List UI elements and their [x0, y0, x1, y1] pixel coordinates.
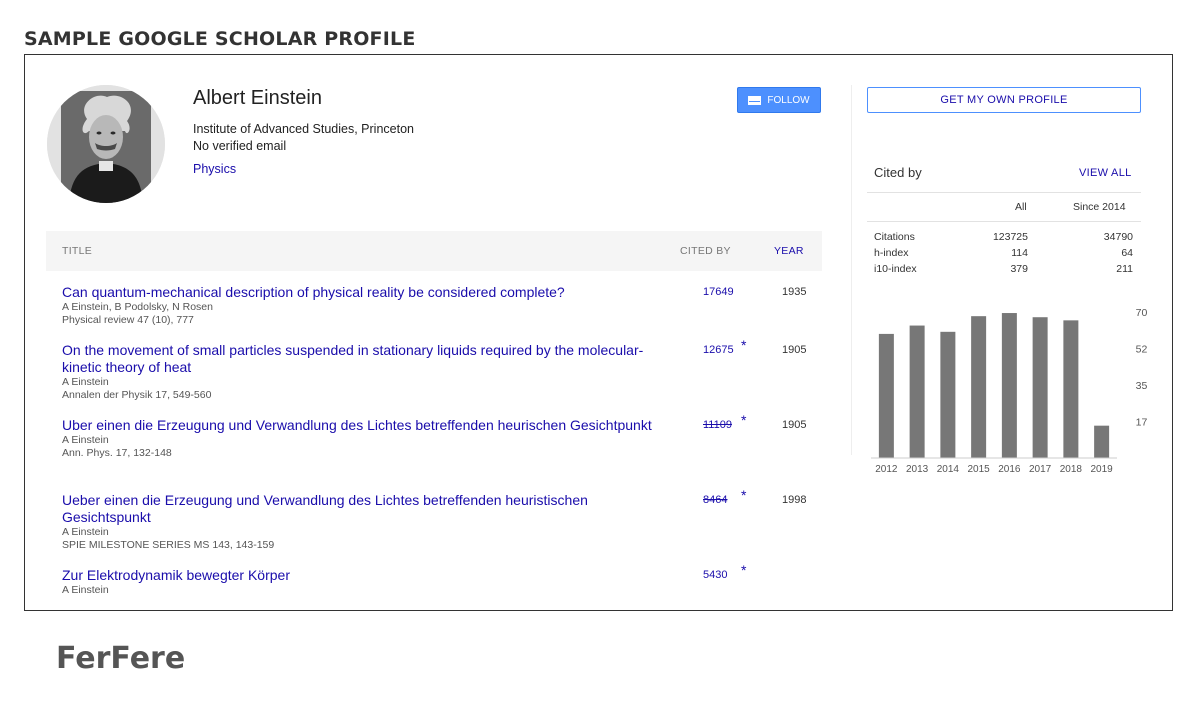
svg-text:FerFere: FerFere — [56, 641, 185, 676]
divider — [867, 192, 1141, 193]
publication-year: 1905 — [782, 419, 807, 431]
publication-venue: Annalen der Physik 17, 549-560 — [62, 389, 212, 401]
chart-bar-2014[interactable] — [940, 331, 956, 458]
merged-citations-star[interactable]: * — [741, 562, 746, 578]
cited-by-count-link[interactable]: 17649 — [703, 286, 734, 298]
merged-citations-star[interactable]: * — [741, 412, 746, 428]
publication-year: 1905 — [782, 344, 807, 356]
publication-venue: SPIE MILESTONE SERIES MS 143, 143-159 — [62, 539, 275, 551]
y-tick-label: 3500 — [1136, 380, 1147, 392]
x-tick-label: 2012 — [875, 464, 898, 475]
stat-value-all: 379 — [1010, 263, 1028, 275]
merged-citations-star[interactable]: * — [741, 487, 746, 503]
y-tick-label: 5250 — [1136, 344, 1147, 356]
x-tick-label: 2018 — [1060, 464, 1083, 475]
chart-bar-2018[interactable] — [1063, 320, 1079, 458]
x-tick-label: 2019 — [1091, 464, 1114, 475]
chart-bar-2012[interactable] — [878, 333, 894, 458]
follow-button[interactable]: FOLLOW — [737, 87, 821, 113]
publication-authors: A Einstein — [62, 584, 109, 596]
follow-label: FOLLOW — [767, 94, 810, 106]
stat-value-all: 123725 — [992, 231, 1028, 243]
portrait-image — [47, 85, 165, 203]
publication-title-link[interactable]: Zur Elektrodynamik bewegter Körper — [62, 567, 674, 584]
x-tick-label: 2016 — [998, 464, 1021, 475]
publication-year: 1935 — [782, 286, 807, 298]
merged-citations-star[interactable]: * — [741, 337, 746, 353]
table-row: Uber einen die Erzeugung und Verwandlung… — [62, 412, 822, 460]
ferfere-logo: FerFere — [56, 640, 206, 681]
divider — [867, 221, 1141, 222]
watermark-logo: FerFere — [56, 641, 185, 676]
stat-value-since: 64 — [1121, 247, 1133, 259]
column-cited-by-header[interactable]: CITED BY — [680, 245, 731, 257]
stat-label: h-index — [874, 247, 909, 259]
table-row: Zur Elektrodynamik bewegter Körper A Ein… — [62, 562, 822, 597]
profile-name: Albert Einstein — [193, 87, 322, 109]
citations-per-year-chart: 7000525035001750020122013201420152016201… — [867, 300, 1159, 480]
y-tick-label: 1750 — [1136, 417, 1147, 429]
x-tick-label: 2013 — [906, 464, 929, 475]
table-row: On the movement of small particles suspe… — [62, 337, 822, 402]
bar-chart-svg: 7000525035001750020122013201420152016201… — [871, 307, 1159, 475]
cited-by-count-link[interactable]: 8464 — [703, 494, 727, 506]
stat-label: Citations — [874, 231, 915, 243]
chart-bar-2015[interactable] — [971, 316, 987, 458]
stat-value-since: 34790 — [1103, 231, 1133, 243]
cited-by-count-link[interactable]: 12675 — [703, 344, 734, 356]
x-tick-label: 2015 — [968, 464, 991, 475]
chart-bar-2019[interactable] — [1094, 425, 1110, 458]
publication-authors: A Einstein — [62, 434, 109, 446]
publication-authors: A Einstein, B Podolsky, N Rosen — [62, 301, 213, 313]
table-row: Ueber einen die Erzeugung und Verwandlun… — [62, 487, 822, 552]
stat-label: i10-index — [874, 263, 917, 275]
column-title-header[interactable]: TITLE — [62, 245, 92, 257]
avatar — [47, 85, 165, 203]
chart-bar-2016[interactable] — [1001, 313, 1017, 458]
profile-affiliation: Institute of Advanced Studies, Princeton — [193, 122, 414, 136]
page-heading: SAMPLE GOOGLE SCHOLAR PROFILE — [24, 28, 416, 50]
scholar-profile-panel: Albert Einstein Institute of Advanced St… — [24, 54, 1173, 611]
publication-title-link[interactable]: On the movement of small particles suspe… — [62, 342, 674, 376]
cited-by-count-link[interactable]: 5430 — [703, 569, 727, 581]
get-my-own-profile-button[interactable]: GET MY OWN PROFILE — [867, 87, 1141, 113]
column-year-header[interactable]: YEAR — [774, 245, 804, 257]
column-divider — [851, 85, 852, 455]
profile-email: No verified email — [193, 139, 287, 153]
publication-title-link[interactable]: Can quantum-mechanical description of ph… — [62, 284, 674, 301]
chart-bar-2017[interactable] — [1032, 317, 1048, 458]
publication-authors: A Einstein — [62, 376, 109, 388]
interest-link-physics[interactable]: Physics — [193, 162, 236, 176]
view-all-link[interactable]: VIEW ALL — [1079, 167, 1132, 179]
x-tick-label: 2014 — [937, 464, 960, 475]
publication-title-link[interactable]: Uber einen die Erzeugung und Verwandlung… — [62, 417, 674, 434]
cited-by-title: Cited by — [874, 165, 922, 180]
publication-year: 1998 — [782, 494, 807, 506]
stats-header-all: All — [1015, 201, 1027, 213]
stat-value-since: 211 — [1116, 263, 1133, 275]
x-tick-label: 2017 — [1029, 464, 1052, 475]
table-row: Can quantum-mechanical description of ph… — [62, 284, 822, 327]
publication-title-link[interactable]: Ueber einen die Erzeugung und Verwandlun… — [62, 492, 674, 526]
publication-authors: A Einstein — [62, 526, 109, 538]
publication-venue: Ann. Phys. 17, 132-148 — [62, 447, 172, 459]
chart-bar-2013[interactable] — [909, 325, 925, 458]
cited-by-count-link[interactable]: 11109 — [703, 419, 732, 431]
stat-value-all: 114 — [1011, 247, 1028, 259]
publication-venue: Physical review 47 (10), 777 — [62, 314, 194, 326]
y-tick-label: 7000 — [1136, 307, 1147, 319]
stats-header-since: Since 2014 — [1073, 201, 1126, 213]
envelope-icon — [748, 95, 762, 105]
publications-table-header: TITLE CITED BY YEAR — [46, 231, 822, 271]
